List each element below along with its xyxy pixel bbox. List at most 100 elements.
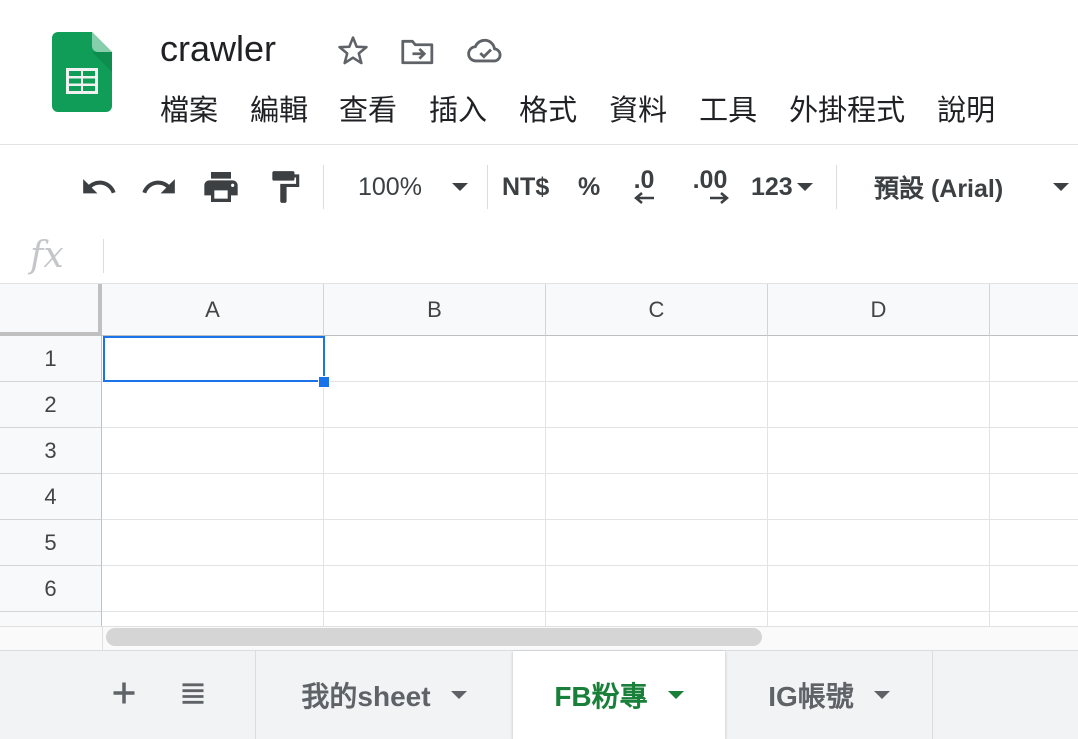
grid-cell[interactable] — [768, 382, 990, 428]
column-header-c[interactable]: C — [546, 284, 768, 336]
horizontal-scrollbar-thumb[interactable] — [106, 628, 762, 646]
grid-cell[interactable] — [324, 428, 546, 474]
increase-decimal-button[interactable]: .00 — [690, 145, 730, 229]
zoom-value: 100% — [358, 172, 422, 201]
grid-cell[interactable] — [102, 566, 324, 612]
percent-format-button[interactable]: % — [578, 145, 600, 229]
star-icon[interactable] — [336, 34, 370, 73]
sheet-tab-label: 我的sheet — [301, 681, 431, 712]
grid-cell[interactable] — [768, 520, 990, 566]
grid-cell[interactable] — [102, 520, 324, 566]
arrow-right-icon — [710, 192, 729, 204]
tab-divider — [932, 651, 933, 739]
grid-cell[interactable] — [546, 428, 768, 474]
currency-format-button[interactable]: NT$ — [502, 145, 549, 229]
formula-input[interactable] — [112, 237, 1062, 275]
grid-cell[interactable] — [990, 382, 1078, 428]
sheet-tab-my-sheet[interactable]: 我的sheet — [256, 651, 512, 739]
grid-cell[interactable] — [546, 566, 768, 612]
grid-cell[interactable] — [102, 382, 324, 428]
document-title[interactable]: crawler — [160, 28, 276, 70]
row-header-5[interactable]: 5 — [0, 520, 102, 566]
sheet-tab-fb-page[interactable]: FB粉專 — [513, 651, 725, 739]
decrease-decimal-button[interactable]: .0 — [632, 145, 656, 229]
print-icon[interactable] — [201, 145, 241, 229]
list-icon[interactable] — [178, 679, 208, 712]
row-header-4[interactable]: 4 — [0, 474, 102, 520]
menu-file[interactable]: 檔案 — [160, 92, 218, 130]
more-formats-button[interactable]: 123 — [751, 145, 813, 229]
menu-tools[interactable]: 工具 — [699, 92, 757, 130]
grid-cell[interactable] — [768, 612, 990, 626]
grid-cell[interactable] — [102, 612, 324, 626]
chevron-down-icon — [667, 691, 684, 699]
grid-cell[interactable] — [546, 336, 768, 382]
grid-cell[interactable] — [324, 520, 546, 566]
grid-cell[interactable] — [990, 520, 1078, 566]
row-header-2[interactable]: 2 — [0, 382, 102, 428]
increase-decimal-label: .00 — [692, 166, 728, 194]
grid-cell[interactable] — [546, 382, 768, 428]
sheet-tab-ig-account[interactable]: IG帳號 — [726, 651, 932, 739]
cloud-saved-icon[interactable] — [466, 34, 506, 73]
row-header-7[interactable] — [0, 612, 102, 626]
sheet-tab-bar: 我的sheet FB粉專 IG帳號 — [0, 650, 1078, 739]
app-header: crawler 檔案 編輯 查看 插入 格式 資料 工具 外掛程式 說明 — [0, 0, 1078, 145]
grid-cell[interactable] — [768, 566, 990, 612]
grid-cell[interactable] — [324, 612, 546, 626]
grid-cell[interactable] — [768, 336, 990, 382]
grid-cell[interactable] — [102, 474, 324, 520]
formula-bar: fx — [0, 229, 1078, 284]
grid-cell[interactable] — [324, 336, 546, 382]
undo-icon[interactable] — [80, 145, 118, 229]
grid-cell[interactable] — [990, 566, 1078, 612]
selected-cell-a1[interactable] — [103, 336, 325, 382]
grid-cell[interactable] — [768, 474, 990, 520]
column-header-a[interactable]: A — [102, 284, 324, 336]
plus-icon[interactable] — [110, 679, 138, 712]
menu-insert[interactable]: 插入 — [429, 92, 487, 130]
column-header-b[interactable]: B — [324, 284, 546, 336]
chevron-down-icon — [450, 691, 467, 699]
row-header-1[interactable]: 1 — [0, 336, 102, 382]
column-header-e[interactable] — [990, 284, 1078, 336]
grid-cell[interactable] — [768, 428, 990, 474]
fill-handle[interactable] — [318, 376, 330, 388]
scrollbar-corner — [0, 626, 102, 651]
menu-data[interactable]: 資料 — [609, 92, 667, 130]
zoom-select[interactable]: 100% — [358, 145, 468, 229]
grid-cell[interactable] — [990, 474, 1078, 520]
grid-cell[interactable] — [324, 474, 546, 520]
menu-edit[interactable]: 編輯 — [250, 92, 308, 130]
column-header-d[interactable]: D — [768, 284, 990, 336]
grid-cell[interactable] — [546, 612, 768, 626]
sheet-tab-label: IG帳號 — [768, 681, 854, 712]
grid-cell[interactable] — [546, 520, 768, 566]
move-to-folder-icon[interactable] — [400, 34, 436, 73]
formula-divider — [103, 239, 104, 273]
font-value: 預設 (Arial) — [874, 175, 1004, 203]
font-select[interactable]: 預設 (Arial) — [874, 145, 1070, 229]
chevron-down-icon — [1053, 183, 1070, 191]
menu-addons[interactable]: 外掛程式 — [789, 92, 905, 130]
sheets-logo-icon[interactable] — [52, 32, 112, 117]
menu-format[interactable]: 格式 — [519, 92, 577, 130]
menu-view[interactable]: 查看 — [339, 92, 397, 130]
toolbar: 100% NT$ % .0 .00 123 預設 (Arial) — [0, 145, 1078, 230]
grid-cell[interactable] — [324, 382, 546, 428]
grid-cell[interactable] — [324, 566, 546, 612]
row-header-6[interactable]: 6 — [0, 566, 102, 612]
grid-cell[interactable] — [990, 428, 1078, 474]
grid-cell[interactable] — [102, 428, 324, 474]
paint-format-icon[interactable] — [266, 145, 304, 229]
redo-icon[interactable] — [140, 145, 178, 229]
select-all-corner[interactable] — [0, 284, 102, 336]
menu-help[interactable]: 說明 — [937, 92, 995, 130]
more-formats-label: 123 — [751, 172, 793, 201]
row-header-3[interactable]: 3 — [0, 428, 102, 474]
currency-label: NT$ — [502, 172, 550, 201]
grid-cell[interactable] — [546, 474, 768, 520]
grid-cell[interactable] — [990, 612, 1078, 626]
grid-cell[interactable] — [990, 336, 1078, 382]
chevron-down-icon — [873, 691, 890, 699]
